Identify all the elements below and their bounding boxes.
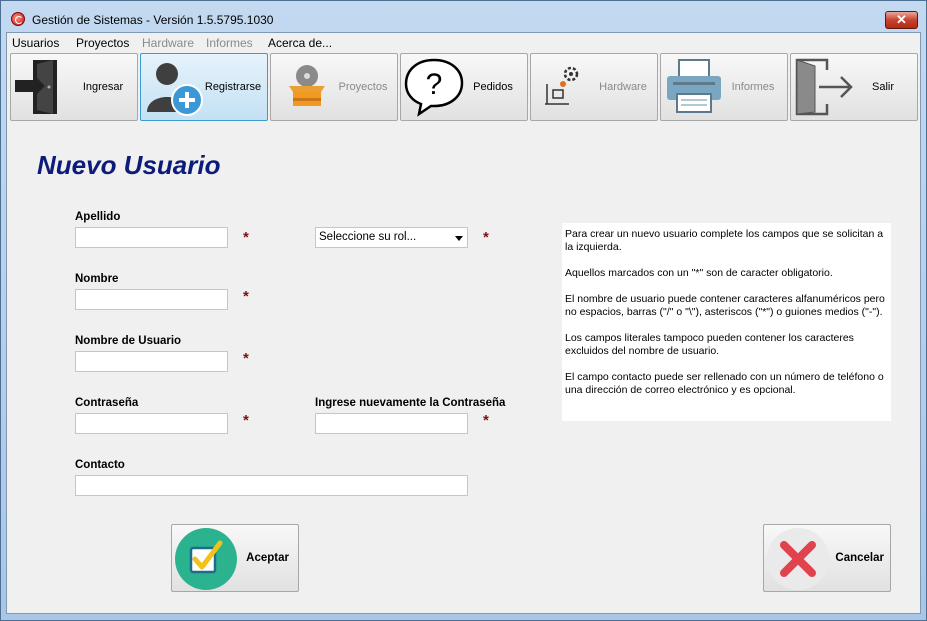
printer-icon	[667, 59, 721, 113]
window-title: Gestión de Sistemas - Versión 1.5.5795.1…	[32, 13, 274, 27]
rol-select[interactable]: Seleccione su rol...	[315, 227, 468, 248]
contrasena-required-mark: *	[243, 412, 249, 429]
help-paragraph: Aquellos marcados con un "*" son de cara…	[565, 267, 833, 279]
menu-acerca-de[interactable]: Acerca de...	[268, 36, 332, 50]
title-bar[interactable]: Gestión de Sistemas - Versión 1.5.5795.1…	[1, 1, 926, 31]
repetir-contrasena-field[interactable]	[315, 413, 468, 434]
contrasena-label: Contraseña	[75, 397, 139, 409]
aceptar-label: Aceptar	[246, 552, 289, 564]
toolbar-pedidos-label: Pedidos	[473, 81, 513, 93]
chevron-down-icon	[455, 236, 463, 241]
help-panel: Para crear un nuevo usuario complete los…	[562, 223, 891, 421]
menu-hardware[interactable]: Hardware	[142, 36, 194, 50]
toolbar-salir-button[interactable]: Salir	[790, 53, 918, 121]
app-logo-icon	[11, 12, 25, 26]
toolbar-pedidos-button[interactable]: ? Pedidos	[400, 53, 528, 121]
contrasena-field[interactable]	[75, 413, 228, 434]
rol-select-value: Seleccione su rol...	[319, 231, 417, 243]
usuario-field[interactable]	[75, 351, 228, 372]
page-title: Nuevo Usuario	[37, 150, 221, 180]
apellido-label: Apellido	[75, 211, 121, 223]
toolbar-hardware-button[interactable]: Hardware	[530, 53, 658, 121]
help-paragraph: Para crear un nuevo usuario complete los…	[565, 228, 884, 253]
apellido-field[interactable]	[75, 227, 228, 248]
aceptar-button[interactable]: Aceptar	[171, 524, 299, 592]
svg-text:?: ?	[426, 68, 443, 101]
door-enter-icon	[15, 60, 57, 114]
hardware-gear-icon	[545, 66, 579, 105]
usuario-label: Nombre de Usuario	[75, 335, 182, 347]
toolbar-proyectos-button[interactable]: Proyectos	[270, 53, 398, 121]
toolbar-registrarse-label: Registrarse	[204, 81, 262, 93]
repetir-required-mark: *	[483, 412, 489, 429]
rol-required-mark: *	[483, 229, 489, 246]
door-exit-icon	[795, 58, 853, 116]
contacto-label: Contacto	[75, 459, 125, 471]
menu-proyectos[interactable]: Proyectos	[76, 36, 129, 50]
toolbar: Ingresar Registrarse Proyectos ? Pedidos…	[7, 53, 920, 123]
close-button[interactable]: ✕	[885, 11, 918, 29]
toolbar-salir-label: Salir	[871, 81, 894, 93]
help-paragraph: El nombre de usuario puede contener cara…	[565, 293, 885, 318]
toolbar-registrarse-button[interactable]: Registrarse	[140, 53, 268, 121]
cancelar-label: Cancelar	[835, 552, 884, 564]
toolbar-proyectos-label: Proyectos	[338, 81, 388, 93]
question-bubble-icon: ?	[404, 58, 464, 117]
cancel-x-icon	[767, 528, 829, 590]
repetir-contrasena-label: Ingrese nuevamente la Contraseña	[315, 397, 506, 409]
usuario-required-mark: *	[243, 350, 249, 367]
nombre-label: Nombre	[75, 273, 119, 285]
contacto-field[interactable]	[75, 475, 468, 496]
toolbar-informes-label: Informes	[731, 81, 775, 93]
toolbar-ingresar-button[interactable]: Ingresar	[10, 53, 138, 121]
box-disc-icon	[289, 65, 325, 106]
user-add-icon	[147, 63, 203, 116]
nombre-required-mark: *	[243, 288, 249, 305]
apellido-required-mark: *	[243, 229, 249, 246]
cancelar-button[interactable]: Cancelar	[763, 524, 891, 592]
toolbar-informes-button[interactable]: Informes	[660, 53, 788, 121]
checkbox-check-icon	[175, 528, 237, 590]
help-paragraph: El campo contacto puede ser rellenado co…	[565, 371, 884, 396]
app-window: Gestión de Sistemas - Versión 1.5.5795.1…	[0, 0, 927, 621]
client-area: Usuarios Proyectos Hardware Informes Ace…	[6, 32, 921, 614]
nombre-field[interactable]	[75, 289, 228, 310]
help-paragraph: Los campos literales tampoco pueden cont…	[565, 332, 854, 357]
toolbar-ingresar-label: Ingresar	[82, 81, 124, 93]
toolbar-hardware-label: Hardware	[599, 81, 647, 93]
menu-informes[interactable]: Informes	[206, 36, 253, 50]
menu-usuarios[interactable]: Usuarios	[12, 36, 59, 50]
menu-bar: Usuarios Proyectos Hardware Informes Ace…	[7, 33, 920, 52]
